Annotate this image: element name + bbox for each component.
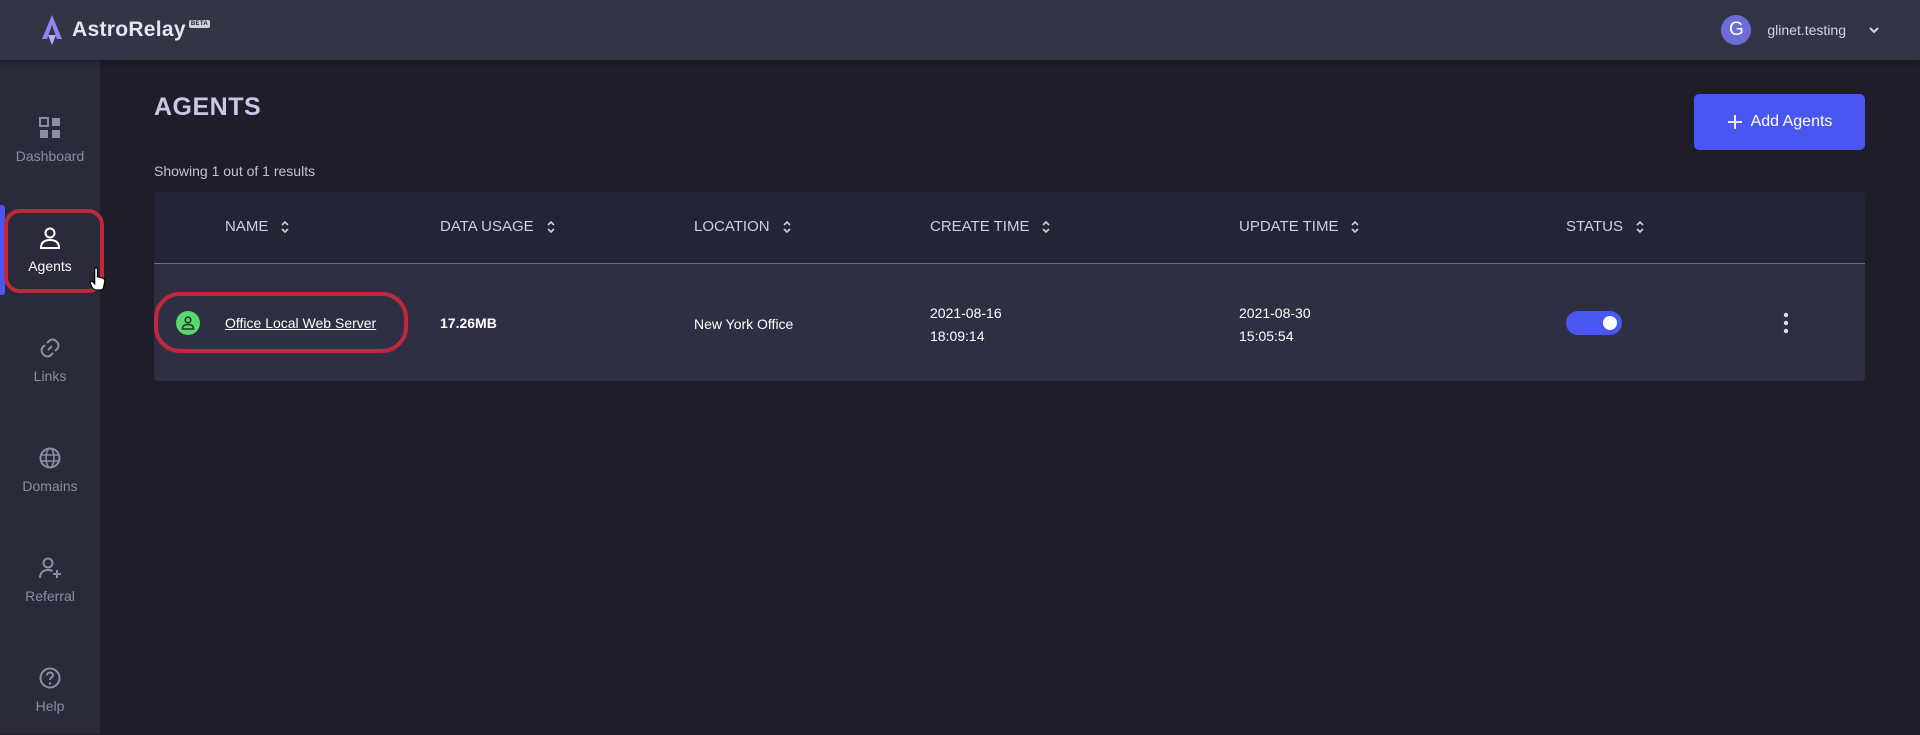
page-title: AGENTS [154, 93, 262, 121]
sort-icon [281, 220, 289, 233]
astrorelay-logo-icon [42, 15, 62, 45]
app-name: AstroRelay [72, 18, 186, 41]
update-clock: 15:05:54 [1239, 328, 1294, 344]
help-icon [39, 667, 61, 689]
avatar[interactable]: G [1721, 15, 1752, 45]
sort-icon [1636, 220, 1644, 233]
agents-table: NAME DATA USAGE LOCATION CREATE TIME UPD… [154, 192, 1865, 381]
agent-name-link[interactable]: Office Local Web Server [225, 315, 376, 331]
sidebar-item-agents[interactable]: Agents [0, 205, 106, 295]
beta-badge: BETA [188, 20, 210, 28]
dashboard-icon [39, 117, 60, 138]
sidebar-item-label: Referral [25, 588, 75, 604]
column-header-create-time[interactable]: CREATE TIME [930, 218, 1051, 235]
link-icon [40, 338, 60, 358]
sidebar-item-help[interactable]: Help [0, 645, 100, 735]
sidebar-item-referral[interactable]: Referral [0, 535, 100, 625]
username[interactable]: glinet.testing [1767, 22, 1846, 38]
toggle-knob [1603, 316, 1617, 330]
sidebar-item-label: Dashboard [15, 148, 85, 164]
sort-icon [783, 220, 791, 233]
create-date: 2021-08-16 [930, 305, 1002, 321]
chevron-down-icon[interactable] [1868, 24, 1880, 36]
sidebar-item-label: Help [35, 698, 65, 714]
sort-icon [1351, 220, 1360, 233]
sidebar-item-links[interactable]: Links [0, 315, 100, 405]
location-cell: New York Office [694, 316, 794, 332]
brand[interactable]: AstroRelay BETA [40, 14, 210, 46]
more-options-icon[interactable] [1776, 310, 1796, 336]
add-person-icon [39, 557, 61, 579]
update-time-cell: 2021-08-30 15:05:54 [1239, 302, 1311, 348]
top-bar: AstroRelay BETA G glinet.testing [0, 0, 1920, 60]
data-usage-cell: 17.26MB [440, 315, 497, 331]
results-count: Showing 1 out of 1 results [154, 163, 316, 179]
column-header-data-usage[interactable]: DATA USAGE [440, 218, 556, 235]
globe-icon [39, 447, 61, 469]
add-agents-button[interactable]: Add Agents [1694, 94, 1865, 150]
table-row: Office Local Web Server 17.26MB New York… [154, 265, 1865, 381]
online-status-icon [176, 311, 200, 335]
table-header: NAME DATA USAGE LOCATION CREATE TIME UPD… [154, 192, 1865, 264]
column-header-status[interactable]: STATUS [1566, 218, 1645, 235]
user-menu[interactable]: G glinet.testing [1721, 15, 1880, 45]
sort-icon [547, 220, 555, 233]
status-toggle[interactable] [1566, 311, 1622, 335]
update-date: 2021-08-30 [1239, 305, 1311, 321]
sort-icon [1042, 220, 1051, 233]
hand-cursor-icon [89, 267, 106, 291]
create-clock: 18:09:14 [930, 328, 985, 344]
column-header-name[interactable]: NAME [225, 218, 290, 235]
sidebar-item-label: Links [33, 368, 67, 384]
plus-icon [1727, 115, 1742, 129]
create-time-cell: 2021-08-16 18:09:14 [930, 302, 1002, 348]
column-header-location[interactable]: LOCATION [694, 218, 792, 235]
agent-person-icon [181, 316, 195, 330]
sidebar-item-domains[interactable]: Domains [0, 425, 100, 515]
sidebar-item-dashboard[interactable]: Dashboard [0, 95, 100, 185]
sidebar-item-label: Domains [22, 478, 78, 494]
column-header-update-time[interactable]: UPDATE TIME [1239, 218, 1360, 235]
add-agents-label: Add Agents [1750, 113, 1833, 130]
sidebar: Dashboard Agents Links Domains Referral … [0, 60, 106, 735]
